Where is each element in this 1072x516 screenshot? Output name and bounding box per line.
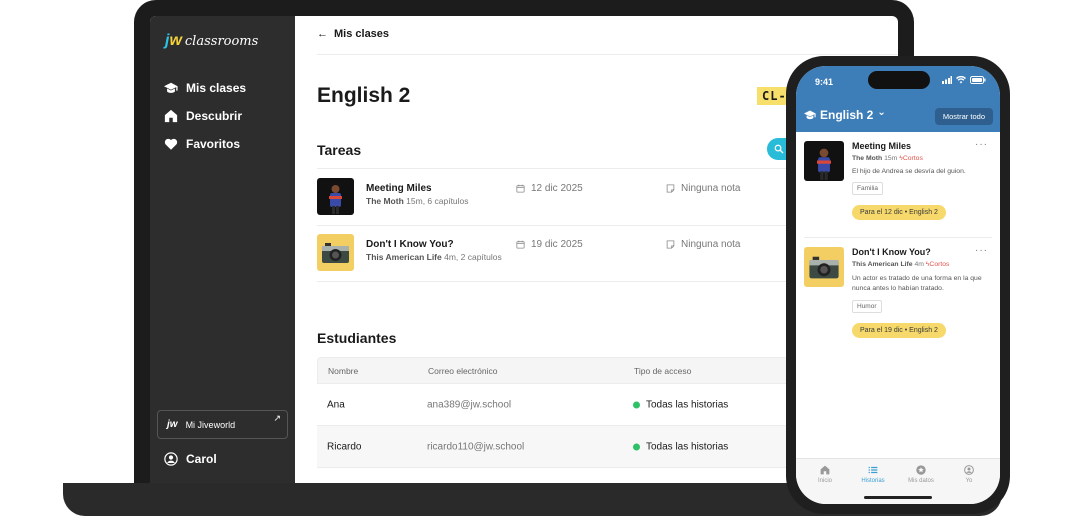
table-header: Nombre Correo electrónico Tipo de acceso <box>317 357 807 384</box>
story-thumbnail-meeting-miles <box>804 141 844 181</box>
task-due-date: 12 dic 2025 <box>516 183 583 194</box>
search-icon <box>774 144 784 154</box>
home-icon <box>164 109 178 123</box>
status-dot-icon <box>633 401 640 408</box>
tab-bar: Inicio Historias Mis datos Yo <box>796 458 1000 504</box>
tab-mis-datos[interactable]: Mis datos <box>901 465 941 484</box>
status-time: 9:41 <box>815 77 834 87</box>
user-avatar-icon <box>964 465 974 475</box>
sidebar-item-label: Mis clases <box>186 81 247 95</box>
story-thumbnail-dont-i-know-you <box>317 234 354 271</box>
task-note[interactable]: Ninguna nota <box>666 183 741 194</box>
user-profile[interactable]: Carol <box>164 452 217 466</box>
task-note[interactable]: Ninguna nota <box>666 239 741 250</box>
mi-jiveworld-link[interactable]: jw Mi Jiveworld ↗ <box>157 410 288 439</box>
note-icon <box>666 184 675 193</box>
back-label: Mis clases <box>334 28 390 40</box>
mi-jiveworld-label: Mi Jiveworld <box>185 419 236 430</box>
students-table: Nombre Correo electrónico Tipo de acceso… <box>317 357 807 468</box>
story-card[interactable]: Meeting Miles ··· The Moth 15m ϟCortos E… <box>804 139 992 233</box>
task-subtitle: The Moth 15m, 6 capítulos <box>366 196 469 206</box>
tab-yo[interactable]: Yo <box>949 465 989 484</box>
story-title: Don't I Know You? <box>852 247 931 257</box>
story-thumbnail-dont-i-know-you <box>804 247 844 287</box>
students-heading: Estudiantes <box>317 330 397 346</box>
home-indicator[interactable] <box>864 496 932 499</box>
calendar-icon <box>516 184 525 193</box>
student-name: Ana <box>327 399 345 410</box>
phone-header: 9:41 English 2 ⌄ Mostrar todo <box>796 66 1000 132</box>
divider <box>804 237 992 238</box>
user-avatar-icon <box>164 452 178 466</box>
graduation-cap-icon <box>164 82 178 93</box>
note-icon <box>666 240 675 249</box>
tab-inicio[interactable]: Inicio <box>805 465 845 484</box>
dynamic-island <box>868 71 930 89</box>
task-due-date: 19 dic 2025 <box>516 239 583 250</box>
task-subtitle: This American Life 4m, 2 capítulos <box>366 252 502 262</box>
arrow-left-icon: ← <box>317 28 328 40</box>
student-email: ana389@jw.school <box>427 399 512 410</box>
story-title: Meeting Miles <box>852 141 912 151</box>
class-selector-label: English 2 <box>820 108 874 122</box>
chevron-down-icon: ⌄ <box>877 107 886 118</box>
table-row[interactable]: Ricardo ricardo110@jw.school Todas las h… <box>317 426 807 468</box>
sidebar: jw classrooms Mis clases Descubrir Favor… <box>150 16 295 483</box>
student-email: ricardo110@jw.school <box>427 441 525 452</box>
sidebar-item-favoritos[interactable]: Favoritos <box>164 130 246 158</box>
heart-icon <box>164 138 178 150</box>
logo-text: classrooms <box>184 33 259 49</box>
task-title: Meeting Miles <box>366 183 432 194</box>
story-tag: Familia <box>852 182 883 195</box>
more-options-icon[interactable]: ··· <box>975 245 988 256</box>
tasks-heading: Tareas <box>317 142 362 158</box>
sidebar-item-descubrir[interactable]: Descubrir <box>164 102 246 130</box>
story-thumbnail-meeting-miles <box>317 178 354 215</box>
graduation-cap-icon <box>804 110 816 120</box>
battery-icon <box>970 76 986 84</box>
show-all-button[interactable]: Mostrar todo <box>934 108 993 125</box>
story-tag: Humor <box>852 300 882 313</box>
story-description: Un actor es tratado de una forma en la q… <box>852 275 982 292</box>
star-badge-icon <box>916 465 926 475</box>
calendar-icon <box>516 240 525 249</box>
story-description: El hijo de Andrea se desvía del guion. <box>852 168 966 175</box>
tab-historias[interactable]: Historias <box>853 465 893 484</box>
user-name: Carol <box>186 452 217 466</box>
table-row[interactable]: Ana ana389@jw.school Todas las historias <box>317 384 807 426</box>
column-header-email[interactable]: Correo electrónico <box>428 366 497 376</box>
sidebar-nav: Mis clases Descubrir Favoritos <box>164 74 246 158</box>
student-access: Todas las historias <box>633 441 728 452</box>
home-icon <box>820 465 830 475</box>
sidebar-item-label: Descubrir <box>186 109 243 123</box>
phone-screen: 9:41 English 2 ⌄ Mostrar todo Meeting Mi… <box>796 66 1000 504</box>
task-title: Don't I Know You? <box>366 239 454 250</box>
app-logo[interactable]: jw classrooms <box>165 32 258 50</box>
student-name: Ricardo <box>327 441 362 452</box>
jiveworld-logo-icon: jw <box>167 419 178 430</box>
story-meta: The Moth 15m ϟCortos <box>852 155 923 162</box>
column-header-name[interactable]: Nombre <box>328 366 358 376</box>
phone-frame: 9:41 English 2 ⌄ Mostrar todo Meeting Mi… <box>786 56 1010 514</box>
story-card[interactable]: Don't I Know You? ··· This American Life… <box>804 245 992 339</box>
logo-mark: jw <box>165 32 182 49</box>
status-icons <box>942 76 986 84</box>
page-title: English 2 <box>317 84 411 107</box>
signal-icon <box>942 76 952 84</box>
due-date-badge: Para el 12 dic • English 2 <box>852 205 946 220</box>
story-meta: This American Life 4m ϟCortos <box>852 261 950 268</box>
due-date-badge: Para el 19 dic • English 2 <box>852 323 946 338</box>
sidebar-item-label: Favoritos <box>186 137 241 151</box>
list-icon <box>868 466 878 474</box>
external-link-icon: ↗ <box>273 413 281 423</box>
divider <box>317 54 898 55</box>
more-options-icon[interactable]: ··· <box>975 139 988 150</box>
column-header-access[interactable]: Tipo de acceso <box>634 366 691 376</box>
back-link[interactable]: ← Mis clases <box>317 28 389 40</box>
wifi-icon <box>956 76 966 84</box>
student-access: Todas las historias <box>633 399 728 410</box>
sidebar-item-mis-clases[interactable]: Mis clases <box>164 74 246 102</box>
class-selector[interactable]: English 2 ⌄ <box>804 107 886 122</box>
status-dot-icon <box>633 443 640 450</box>
